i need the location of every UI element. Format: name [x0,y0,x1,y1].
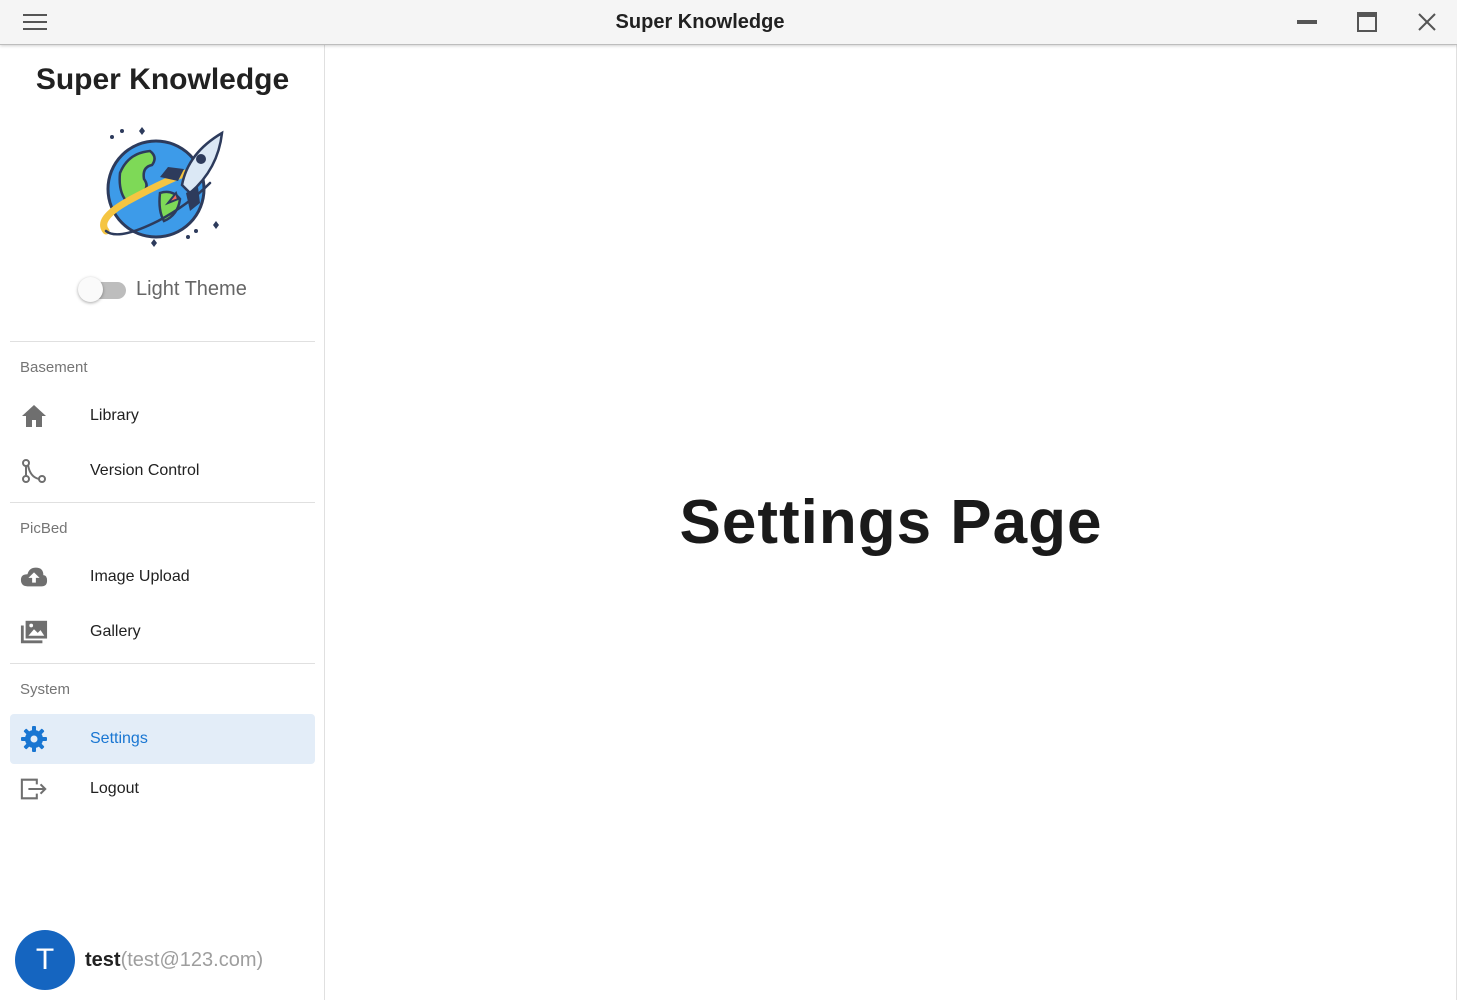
minimize-icon [1297,20,1317,24]
sidebar-item-label: Version Control [90,462,200,479]
divider [10,502,315,503]
switch-thumb [78,277,103,302]
image-multiple-icon [20,619,48,645]
window-title: Super Knowledge [615,11,785,33]
sidebar-item-library[interactable]: Library [10,391,315,441]
section-label-system: System [20,681,71,698]
page-title: Settings Page [679,488,1103,557]
close-icon [1418,13,1436,31]
minimize-button[interactable] [1277,0,1337,44]
sidebar-item-label: Library [90,407,139,424]
section-label-picbed: PicBed [20,520,68,537]
user-email: (test@123.com) [120,948,264,971]
main-content: Settings Page [325,45,1457,1000]
sidebar-item-label: Image Upload [90,568,190,585]
gear-icon [20,726,48,752]
sidebar-item-label: Logout [90,780,139,797]
title-bar: Super Knowledge [0,0,1457,45]
sidebar-item-image-upload[interactable]: Image Upload [10,552,315,602]
user-name: test [85,948,121,971]
theme-toggle-row: Light Theme [76,273,247,305]
sidebar-item-label: Settings [90,730,148,747]
divider [10,341,315,342]
close-button[interactable] [1397,0,1457,44]
theme-switch[interactable] [76,274,128,304]
logout-icon [20,776,48,802]
avatar: T [15,930,75,990]
navigation-drawer: Super Knowledge Light Theme Basement Lib… [0,45,325,1000]
sidebar-item-logout[interactable]: Logout [10,764,315,814]
app-brand-title: Super Knowledge [35,63,290,96]
maximize-button[interactable] [1337,0,1397,44]
divider [10,663,315,664]
rocket-globe-logo-icon [100,127,224,247]
cloud-upload-icon [20,564,48,590]
sidebar-item-version-control[interactable]: Version Control [10,446,315,496]
section-label-basement: Basement [20,359,88,376]
theme-label: Light Theme [136,277,247,300]
source-branch-icon [20,458,48,484]
home-icon [20,403,48,429]
user-profile[interactable]: T test (test@123.com) [15,930,263,990]
window-controls [1277,0,1457,44]
sidebar-item-gallery[interactable]: Gallery [10,607,315,657]
sidebar-item-label: Gallery [90,623,141,640]
sidebar-item-settings[interactable]: Settings [10,714,315,764]
maximize-icon [1357,12,1377,32]
